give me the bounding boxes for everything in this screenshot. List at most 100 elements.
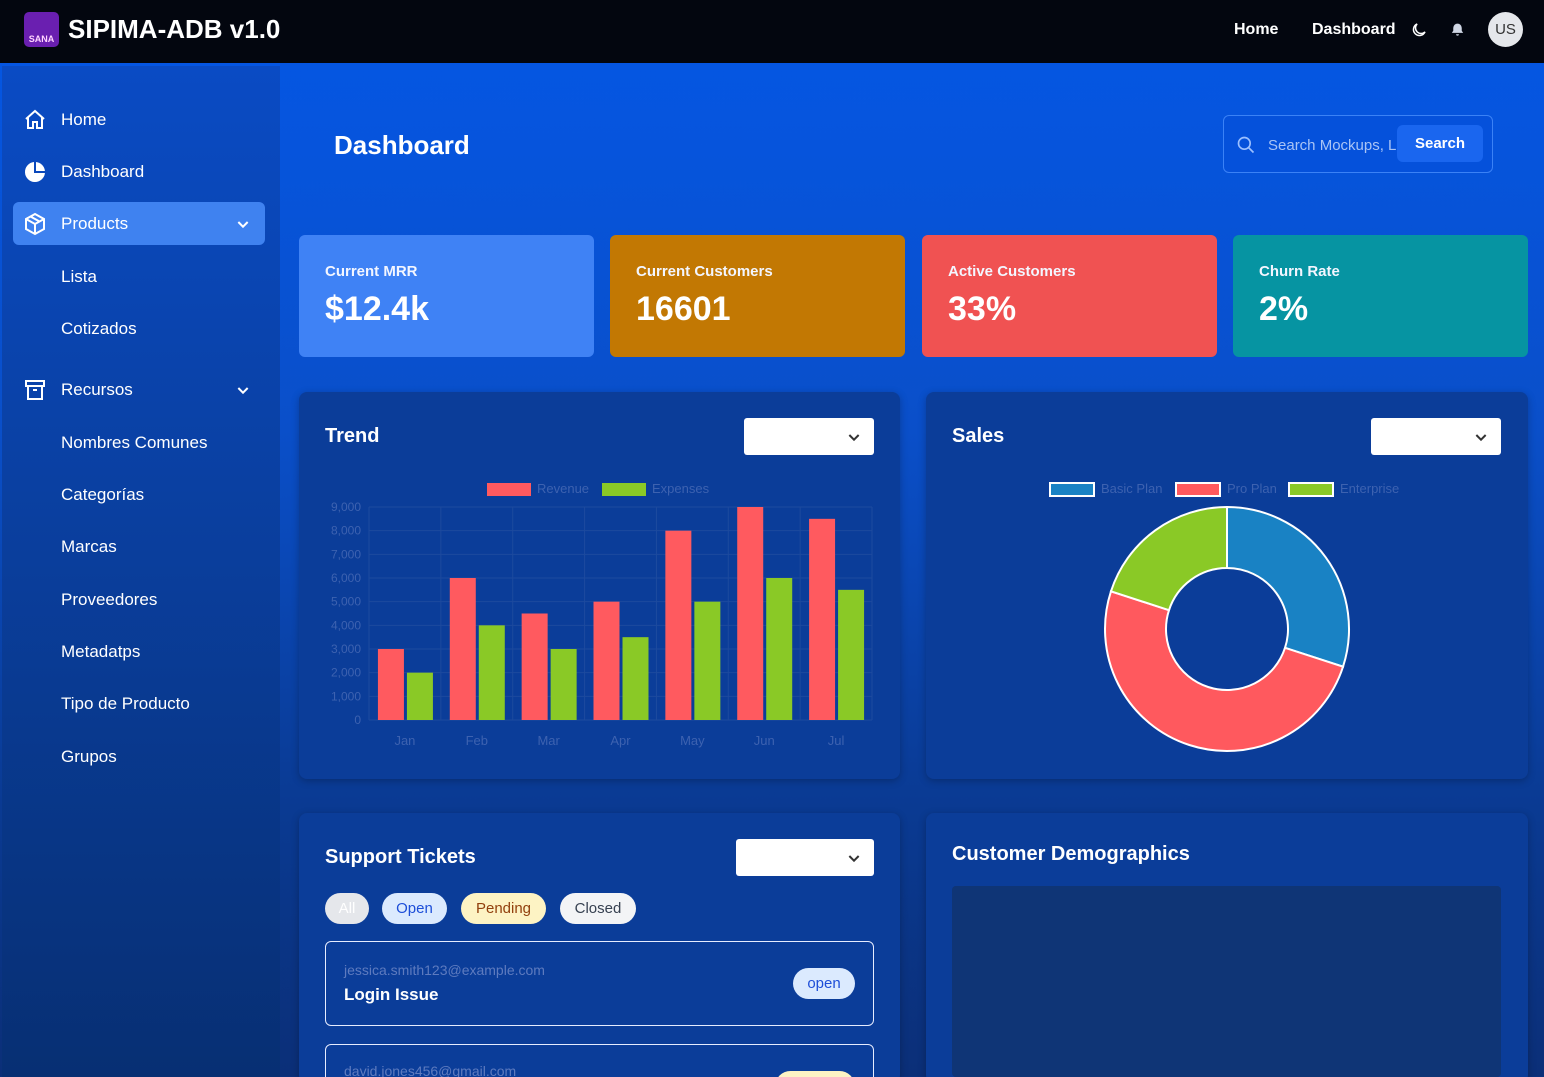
x-tick-label: Mar [537,733,560,748]
x-tick-label: Apr [610,733,631,748]
filter-closed[interactable]: Closed [560,893,636,924]
bar-revenue [449,578,476,720]
x-tick-label: May [680,733,705,748]
bar-revenue [593,601,620,720]
stat-card-churn-rate: Churn Rate 2% [1233,235,1528,357]
ticket-subject: Login Issue [344,985,439,1004]
legend-swatch [602,483,646,496]
pie-slice-basic-plan [1226,505,1350,668]
legend-label: Pro Plan [1227,481,1277,496]
y-tick-label: 5,000 [331,595,361,609]
bar-expenses [406,672,433,720]
bar-expenses [838,589,865,720]
legend-label: Basic Plan [1101,481,1162,496]
bar-revenue [377,649,404,720]
y-tick-label: 3,000 [331,642,361,656]
bar-revenue [809,518,836,720]
sidebar-subitem-marcas[interactable]: Marcas [61,537,117,557]
top-bar: SANA SIPIMA-ADB v1.0 Home Dashboard US [0,0,1544,63]
stat-card-mrr: Current MRR $12.4k [299,235,594,357]
legend-swatch [1175,482,1221,497]
filter-all[interactable]: All [325,893,369,924]
sidebar-item-products[interactable]: Products [13,202,265,245]
sidebar-subitem-proveedores[interactable]: Proveedores [61,590,157,610]
ticket-email: david.jones456@gmail.com [344,1063,517,1077]
bar-revenue [737,507,764,720]
demographics-title: Customer Demographics [952,843,1190,865]
bar-expenses [478,625,505,720]
sales-select[interactable] [1371,418,1501,455]
demographics-map-area [952,886,1501,1077]
sales-title: Sales [952,425,1005,447]
sidebar-subitem-tipo-de-producto[interactable]: Tipo de Producto [61,694,190,714]
ticket-status-badge [775,1071,855,1077]
stat-label: Current Customers [636,263,773,280]
sidebar-subitem-categorias[interactable]: Categorías [61,485,144,505]
x-tick-label: Jul [828,733,845,748]
search-input[interactable] [1268,133,1398,157]
legend-swatch [487,483,531,496]
stat-value: 33% [948,290,1017,328]
search-button[interactable]: Search [1397,125,1483,162]
y-tick-label: 0 [354,713,361,727]
logo-text: SANA [28,34,55,44]
filter-open[interactable]: Open [382,893,447,924]
search-box: Search [1223,115,1493,173]
bar-revenue [665,530,692,720]
filter-pending[interactable]: Pending [461,893,546,924]
y-tick-label: 9,000 [331,500,361,514]
chevron-down-icon [1475,434,1487,442]
bar-expenses [694,601,721,720]
sidebar-subitem-cotizados[interactable]: Cotizados [61,319,137,339]
app-logo[interactable]: SANA [24,12,59,47]
sidebar-item-dashboard[interactable]: Dashboard [13,150,265,193]
home-icon [25,109,45,129]
sidebar-item-recursos[interactable]: Recursos [13,368,265,411]
trend-select[interactable] [744,418,874,455]
y-tick-label: 8,000 [331,524,361,538]
legend-label: Enterprise [1340,481,1399,496]
sidebar-item-label: Recursos [61,379,133,399]
x-tick-label: Jan [394,733,415,748]
moon-icon[interactable] [1410,21,1428,39]
stat-value: 16601 [636,290,731,328]
bar-expenses [622,637,649,720]
user-avatar[interactable]: US [1488,12,1523,47]
box-icon [25,212,45,235]
ticket-item[interactable]: david.jones456@gmail.com [325,1044,874,1077]
support-select[interactable] [736,839,874,876]
y-tick-label: 1,000 [331,689,361,703]
pie-chart-icon [25,161,45,182]
sidebar-subitem-nombres-comunes[interactable]: Nombres Comunes [61,433,207,453]
sidebar-item-label: Dashboard [61,161,145,181]
chevron-down-icon [848,855,860,863]
sidebar-subitem-lista[interactable]: Lista [61,267,97,287]
stat-card-customers: Current Customers 16601 [610,235,905,357]
stat-label: Churn Rate [1259,263,1340,280]
legend-swatch [1288,482,1334,497]
chevron-down-icon[interactable] [235,216,251,232]
ticket-item[interactable]: jessica.smith123@example.com Login Issue… [325,941,874,1026]
chevron-down-icon[interactable] [235,382,251,398]
bar-expenses [766,578,793,720]
search-icon [1237,136,1255,154]
sidebar-item-home[interactable]: Home [13,98,265,141]
topnav-dashboard-link[interactable]: Dashboard [1312,21,1396,39]
page-title: Dashboard [334,130,470,160]
pie-slice-enterprise [1109,505,1228,612]
app-title[interactable]: SIPIMA-ADB v1.0 [68,14,280,45]
bell-icon[interactable] [1449,21,1466,39]
ticket-email: jessica.smith123@example.com [344,962,545,978]
legend-label: Expenses [652,481,710,496]
trend-title: Trend [325,425,380,447]
sidebar-subitem-metadatps[interactable]: Metadatps [61,642,140,662]
sidebar-subitem-grupos[interactable]: Grupos [61,747,117,767]
ticket-status-badge: open [793,968,855,999]
sales-chart: Basic Plan Pro Plan Enterprise [1049,481,1399,752]
stat-value: $12.4k [325,290,429,328]
y-tick-label: 7,000 [331,547,361,561]
topnav-home-link[interactable]: Home [1234,21,1278,39]
y-tick-label: 4,000 [331,618,361,632]
trend-chart: Revenue Expenses 0 1,000 2,000 3,000 4,000 5,00… [331,481,873,748]
sidebar-item-label: Home [61,109,107,129]
